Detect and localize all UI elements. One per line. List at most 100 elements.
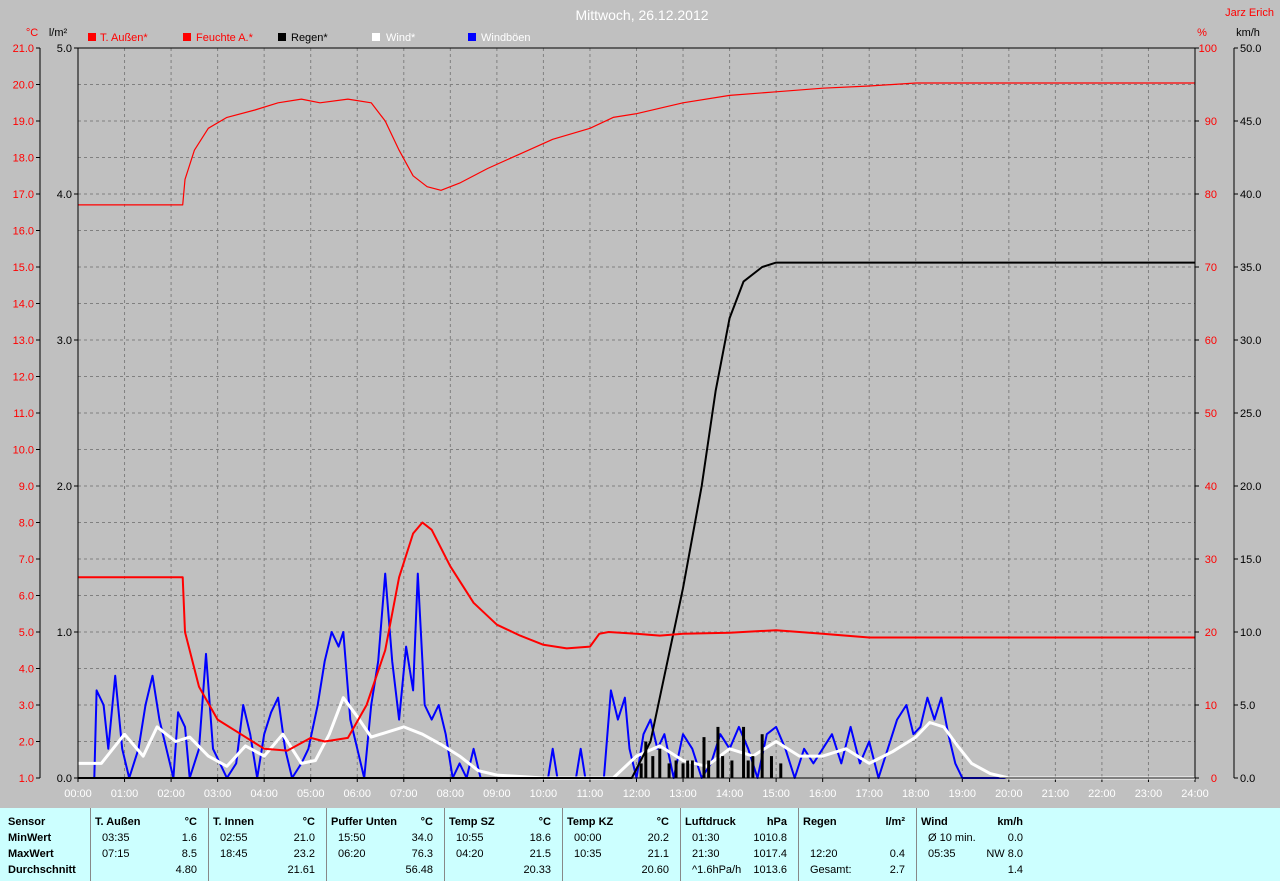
temp-tick-label: 17.0 xyxy=(13,189,34,201)
stats-max-value: 0.4 xyxy=(889,848,905,860)
humidity-tick-label: 70 xyxy=(1205,262,1217,274)
rain-tick-label: 2.0 xyxy=(57,481,72,493)
x-tick-label: 08:00 xyxy=(437,788,465,800)
legend-swatch-humidity xyxy=(183,33,191,41)
temp-tick-label: 1.0 xyxy=(19,773,34,785)
wind-tick-label: 45.0 xyxy=(1240,116,1261,128)
wind-axis-unit: km/h xyxy=(1236,27,1260,39)
stats-column-divider xyxy=(798,808,799,881)
x-tick-label: 01:00 xyxy=(111,788,139,800)
stats-label-min: MinWert xyxy=(8,832,52,844)
stats-max-value: 1017.4 xyxy=(753,848,787,860)
temp-tick-label: 10.0 xyxy=(13,445,34,457)
stats-avg-value: 1013.6 xyxy=(753,864,787,876)
legend-label-rain: Regen* xyxy=(291,32,328,44)
humidity-tick-label: 80 xyxy=(1205,189,1217,201)
stats-avg-value: 21.61 xyxy=(287,864,315,876)
temp-tick-label: 7.0 xyxy=(19,554,34,566)
legend-swatch-gust xyxy=(468,33,476,41)
rain-tick-label: 3.0 xyxy=(57,335,72,347)
temp-tick-label: 5.0 xyxy=(19,627,34,639)
temp-tick-label: 16.0 xyxy=(13,226,34,238)
weather-chart: Mittwoch, 26.12.2012 Jarz Erich °C l/m² … xyxy=(0,0,1280,808)
temp-tick-label: 18.0 xyxy=(13,153,34,165)
humidity-tick-label: 30 xyxy=(1205,554,1217,566)
humidity-tick-label: 40 xyxy=(1205,481,1217,493)
stats-col-unit: °C xyxy=(420,816,433,828)
x-tick-label: 09:00 xyxy=(483,788,511,800)
stats-min-value: 1010.8 xyxy=(753,832,787,844)
temp-tick-label: 11.0 xyxy=(13,408,34,420)
x-tick-label: 10:00 xyxy=(530,788,558,800)
x-tick-label: 11:00 xyxy=(577,788,604,800)
x-tick-label: 03:00 xyxy=(204,788,232,800)
temp-tick-label: 3.0 xyxy=(19,700,34,712)
temp-tick-label: 13.0 xyxy=(13,335,34,347)
x-tick-label: 00:00 xyxy=(64,788,92,800)
stats-avg-value: 4.80 xyxy=(175,864,197,876)
stats-column-divider xyxy=(562,808,563,881)
x-tick-label: 16:00 xyxy=(809,788,837,800)
temp-tick-label: 14.0 xyxy=(13,299,34,311)
stats-label-avg: Durchschnitt xyxy=(8,864,76,876)
legend-label-gust: Windböen xyxy=(481,32,531,44)
temp-tick-label: 4.0 xyxy=(19,664,34,676)
wind-tick-label: 0.0 xyxy=(1240,773,1255,785)
stats-avg-value: 2.7 xyxy=(889,864,905,876)
stats-column-divider xyxy=(326,808,327,881)
humidity-tick-label: 90 xyxy=(1205,116,1217,128)
wind-tick-label: 25.0 xyxy=(1240,408,1261,420)
stats-min-value: 0.0 xyxy=(1007,832,1023,844)
legend-swatch-rain xyxy=(278,33,286,41)
temp-tick-label: 6.0 xyxy=(19,591,34,603)
temp-tick-label: 9.0 xyxy=(19,481,34,493)
x-tick-label: 23:00 xyxy=(1135,788,1163,800)
legend-label-temp: T. Außen* xyxy=(100,32,148,44)
x-tick-label: 14:00 xyxy=(716,788,744,800)
wind-tick-label: 5.0 xyxy=(1240,700,1255,712)
wind-tick-label: 20.0 xyxy=(1240,481,1261,493)
temp-tick-label: 19.0 xyxy=(13,116,34,128)
stats-panel: Sensor MinWert MaxWert Durchschnitt T. A… xyxy=(0,808,1280,881)
x-tick-label: 17:00 xyxy=(855,788,883,800)
wind-tick-label: 15.0 xyxy=(1240,554,1261,566)
stats-min-value: 18.6 xyxy=(529,832,551,844)
x-tick-label: 12:00 xyxy=(623,788,651,800)
rain-tick-label: 4.0 xyxy=(57,189,72,201)
x-tick-label: 05:00 xyxy=(297,788,325,800)
stats-max-value: NW 8.0 xyxy=(986,848,1023,860)
rain-tick-label: 5.0 xyxy=(57,43,72,55)
stats-avg-value: 20.33 xyxy=(523,864,551,876)
stats-max-value: 8.5 xyxy=(181,848,197,860)
stats-avg-value: 56.48 xyxy=(405,864,433,876)
x-tick-label: 15:00 xyxy=(762,788,790,800)
rain-tick-label: 1.0 xyxy=(57,627,72,639)
humidity-tick-label: 20 xyxy=(1205,627,1217,639)
x-tick-label: 20:00 xyxy=(995,788,1023,800)
humidity-tick-label: 100 xyxy=(1199,43,1217,55)
x-tick-label: 06:00 xyxy=(343,788,371,800)
legend-label-humidity: Feuchte A.* xyxy=(196,32,254,44)
x-tick-label: 24:00 xyxy=(1181,788,1209,800)
stats-max-value: 76.3 xyxy=(411,848,433,860)
humidity-axis-unit: % xyxy=(1197,27,1207,39)
stats-col-unit: l/m² xyxy=(885,816,905,828)
legend-swatch-temp xyxy=(88,33,96,41)
x-tick-label: 04:00 xyxy=(250,788,278,800)
author-label: Jarz Erich xyxy=(1225,7,1274,19)
humidity-tick-label: 0 xyxy=(1211,773,1217,785)
stats-max-value: 21.5 xyxy=(529,848,551,860)
temp-tick-label: 12.0 xyxy=(13,372,34,384)
stats-col-unit: °C xyxy=(302,816,315,828)
temp-tick-label: 21.0 xyxy=(13,43,34,55)
stats-avg-value: 1.4 xyxy=(1007,864,1023,876)
temp-tick-label: 2.0 xyxy=(19,737,34,749)
temp-tick-label: 20.0 xyxy=(13,80,34,92)
humidity-tick-label: 60 xyxy=(1205,335,1217,347)
x-tick-label: 13:00 xyxy=(669,788,697,800)
stats-column-divider xyxy=(680,808,681,881)
stats-col-unit: hPa xyxy=(766,816,787,828)
stats-min-value: 21.0 xyxy=(293,832,315,844)
temp-tick-label: 15.0 xyxy=(13,262,34,274)
stats-label-max: MaxWert xyxy=(8,848,54,860)
